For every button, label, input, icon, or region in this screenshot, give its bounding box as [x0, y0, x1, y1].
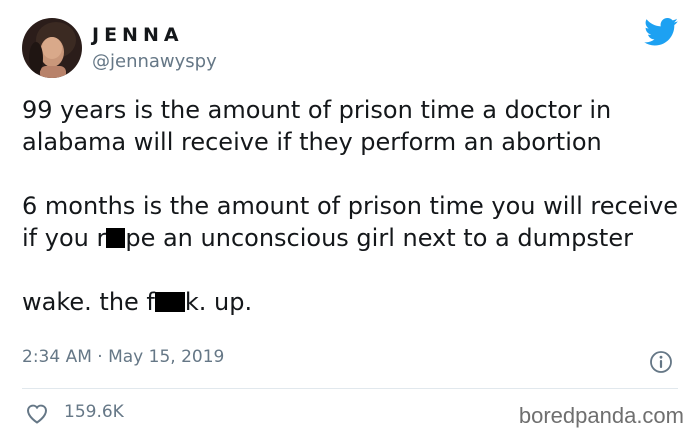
tweet-text-segment: k. up.	[184, 288, 253, 316]
tweet-paragraph: wake. the f k. up.	[22, 286, 682, 318]
avatar[interactable]	[22, 18, 82, 78]
tweet-paragraph: 6 months is the amount of prison time yo…	[22, 190, 682, 254]
info-icon[interactable]	[649, 350, 673, 374]
tweet-paragraph: 99 years is the amount of prison time a …	[22, 96, 612, 156]
twitter-bird-icon[interactable]	[644, 18, 678, 46]
divider	[22, 388, 678, 389]
censor-block	[154, 292, 185, 312]
tweet-card: JENNA @jennawyspy 99 years is the amount…	[0, 0, 700, 441]
tweet-text-segment: wake. the f	[22, 288, 155, 316]
avatar-image	[22, 18, 82, 78]
watermark: boredpanda.com	[518, 403, 684, 428]
censor-block	[106, 228, 126, 248]
tweet-text: 99 years is the amount of prison time a …	[22, 94, 682, 350]
handle[interactable]: @jennawyspy	[92, 51, 217, 72]
display-name[interactable]: JENNA	[92, 24, 184, 46]
like-count: 159.6K	[64, 402, 124, 422]
heart-icon	[26, 404, 48, 424]
tweet-text-segment: pe an unconscious girl next to a dumpste…	[125, 224, 633, 252]
tweet-timestamp[interactable]: 2:34 AM · May 15, 2019	[22, 347, 224, 367]
